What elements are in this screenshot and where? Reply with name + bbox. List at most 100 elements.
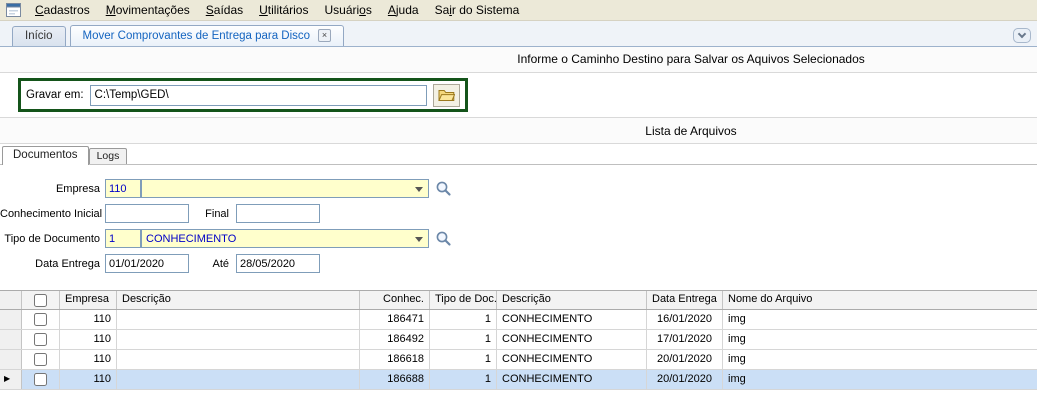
row-selector-header bbox=[0, 291, 22, 309]
chevron-down-icon bbox=[1018, 30, 1026, 38]
data-entrega-row: Data Entrega Até bbox=[0, 254, 1037, 273]
cell-data-entrega: 20/01/2020 bbox=[647, 370, 723, 389]
ate-label: Até bbox=[189, 258, 233, 270]
list-section-title: Lista de Arquivos bbox=[0, 118, 1037, 144]
data-entrega-final-input[interactable] bbox=[236, 254, 320, 273]
select-all-cell bbox=[22, 291, 60, 309]
gravar-highlight-box: Gravar em: bbox=[18, 78, 468, 112]
col-header-descricao[interactable]: Descrição bbox=[117, 291, 360, 309]
empresa-row: Empresa bbox=[0, 179, 1037, 198]
path-input[interactable] bbox=[90, 85, 428, 106]
cell-descricao bbox=[117, 310, 360, 329]
row-pointer-icon: ▶ bbox=[4, 374, 10, 383]
row-checkbox[interactable] bbox=[34, 333, 47, 346]
cell-empresa: 110 bbox=[60, 350, 117, 369]
table-row-selected[interactable]: ▶ 110 186688 1 CONHECIMENTO 20/01/2020 i… bbox=[0, 370, 1037, 390]
cell-nome-do-arquivo: img bbox=[723, 370, 1037, 389]
menu-item-cadastros[interactable]: Cadastros bbox=[27, 1, 98, 19]
cell-descricao bbox=[117, 370, 360, 389]
folder-icon bbox=[438, 88, 455, 102]
col-header-tipo-de-doc[interactable]: Tipo de Doc. bbox=[430, 291, 497, 309]
subtab-row: Documentos Logs bbox=[0, 144, 1037, 165]
cell-descricao bbox=[117, 330, 360, 349]
subtab-logs[interactable]: Logs bbox=[89, 148, 128, 164]
subtab-documentos[interactable]: Documentos bbox=[2, 146, 89, 165]
instruction-text: Informe o Caminho Destino para Salvar os… bbox=[0, 47, 1037, 72]
cell-data-entrega: 17/01/2020 bbox=[647, 330, 723, 349]
row-checkbox-cell bbox=[22, 350, 60, 369]
tab-inicio[interactable]: Início bbox=[12, 26, 66, 46]
app-icon bbox=[6, 3, 21, 17]
tipo-documento-combo-value: CONHECIMENTO bbox=[146, 233, 236, 245]
row-selector: ▶ bbox=[0, 370, 22, 389]
tipo-documento-label: Tipo de Documento bbox=[0, 233, 105, 245]
cell-empresa: 110 bbox=[60, 310, 117, 329]
tipo-documento-code-input[interactable] bbox=[105, 229, 141, 248]
data-entrega-inicial-input[interactable] bbox=[105, 254, 189, 273]
row-selector bbox=[0, 330, 22, 349]
cell-tipo-descricao: CONHECIMENTO bbox=[497, 330, 647, 349]
menubar: Cadastros Movimentações Saídas Utilitári… bbox=[0, 0, 1037, 21]
cell-empresa: 110 bbox=[60, 370, 117, 389]
row-checkbox[interactable] bbox=[34, 313, 47, 326]
menu-item-sair-do-sistema[interactable]: Sair do Sistema bbox=[427, 1, 528, 19]
tab-mover-comprovantes[interactable]: Mover Comprovantes de Entrega para Disco… bbox=[70, 25, 345, 46]
empresa-search-button[interactable] bbox=[433, 179, 454, 199]
cell-tipo-descricao: CONHECIMENTO bbox=[497, 370, 647, 389]
grid-header-row: Empresa Descrição Conhec. Tipo de Doc. D… bbox=[0, 291, 1037, 310]
col-header-conhec[interactable]: Conhec. bbox=[360, 291, 430, 309]
cell-data-entrega: 20/01/2020 bbox=[647, 350, 723, 369]
menu-item-usuarios[interactable]: Usuários bbox=[316, 1, 379, 19]
row-checkbox-cell bbox=[22, 330, 60, 349]
empresa-code-input[interactable] bbox=[105, 179, 141, 198]
conhecimento-final-input[interactable] bbox=[236, 204, 320, 223]
menu-item-saidas[interactable]: Saídas bbox=[198, 1, 251, 19]
cell-tipo-descricao: CONHECIMENTO bbox=[497, 350, 647, 369]
col-header-empresa[interactable]: Empresa bbox=[60, 291, 117, 309]
instruction-band: Informe o Caminho Destino para Salvar os… bbox=[0, 47, 1037, 73]
gravar-label: Gravar em: bbox=[26, 89, 84, 101]
col-header-data-entrega[interactable]: Data Entrega bbox=[647, 291, 723, 309]
cell-tipo-de-doc: 1 bbox=[430, 370, 497, 389]
menu-item-movimentacoes[interactable]: Movimentações bbox=[98, 1, 198, 19]
chevron-down-icon bbox=[415, 187, 423, 192]
row-checkbox-cell bbox=[22, 310, 60, 329]
cell-conhec: 186618 bbox=[360, 350, 430, 369]
tab-inicio-label: Início bbox=[25, 30, 53, 42]
tipo-documento-search-button[interactable] bbox=[433, 229, 454, 249]
tab-strip: Início Mover Comprovantes de Entrega par… bbox=[0, 21, 1037, 47]
cell-conhec: 186471 bbox=[360, 310, 430, 329]
cell-descricao bbox=[117, 350, 360, 369]
cell-tipo-descricao: CONHECIMENTO bbox=[497, 310, 647, 329]
row-checkbox[interactable] bbox=[34, 353, 47, 366]
browse-folder-button[interactable] bbox=[433, 84, 460, 107]
tipo-documento-combo[interactable]: CONHECIMENTO bbox=[141, 229, 429, 248]
menu-item-utilitarios[interactable]: Utilitários bbox=[251, 1, 316, 19]
empresa-combo[interactable] bbox=[141, 179, 429, 198]
filter-form: Empresa Conhecimento Inicial Final Tipo … bbox=[0, 165, 1037, 290]
table-row[interactable]: 110 186471 1 CONHECIMENTO 16/01/2020 img bbox=[0, 310, 1037, 330]
row-selector bbox=[0, 310, 22, 329]
cell-empresa: 110 bbox=[60, 330, 117, 349]
table-row[interactable]: 110 186492 1 CONHECIMENTO 17/01/2020 img bbox=[0, 330, 1037, 350]
search-icon bbox=[435, 230, 452, 247]
cell-tipo-de-doc: 1 bbox=[430, 330, 497, 349]
cell-conhec: 186688 bbox=[360, 370, 430, 389]
row-checkbox[interactable] bbox=[34, 373, 47, 386]
tipo-documento-row: Tipo de Documento CONHECIMENTO bbox=[0, 229, 1037, 248]
cell-nome-do-arquivo: img bbox=[723, 330, 1037, 349]
tab-close-icon[interactable]: × bbox=[318, 29, 331, 42]
table-row[interactable]: 110 186618 1 CONHECIMENTO 20/01/2020 img bbox=[0, 350, 1037, 370]
menu-item-ajuda[interactable]: Ajuda bbox=[380, 1, 427, 19]
col-header-nome-do-arquivo[interactable]: Nome do Arquivo bbox=[723, 291, 1037, 309]
row-checkbox-cell bbox=[22, 370, 60, 389]
select-all-checkbox[interactable] bbox=[34, 294, 47, 307]
conhecimento-inicial-input[interactable] bbox=[105, 204, 189, 223]
search-icon bbox=[435, 180, 452, 197]
destination-panel: Gravar em: bbox=[0, 73, 1037, 117]
tab-overflow-button[interactable] bbox=[1013, 28, 1031, 43]
file-grid: Empresa Descrição Conhec. Tipo de Doc. D… bbox=[0, 290, 1037, 390]
col-header-descricao-2[interactable]: Descrição bbox=[497, 291, 647, 309]
chevron-down-icon bbox=[415, 237, 423, 242]
screen: Cadastros Movimentações Saídas Utilitári… bbox=[0, 0, 1037, 390]
